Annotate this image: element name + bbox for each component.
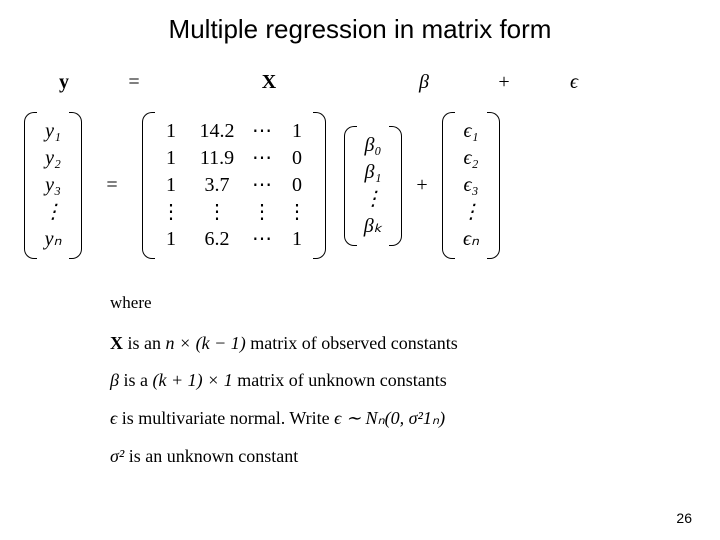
eps-vector: ϵ₁ ϵ₂ ϵ₃ ⋮ ϵₙ bbox=[442, 112, 500, 259]
sym-plus: + bbox=[474, 71, 534, 94]
sym-y: y bbox=[24, 71, 104, 94]
where-label: where bbox=[110, 285, 720, 321]
y-vdots: ⋮ bbox=[42, 199, 64, 226]
X-matrix: 1 1 1 ⋮ 1 14.2 11.9 3.7 ⋮ 6.2 ⋯ ⋯ ⋯ ⋮ ⋯ … bbox=[142, 112, 326, 259]
y2: y₂ bbox=[42, 145, 64, 172]
y3: y₃ bbox=[42, 172, 64, 199]
def-beta: β is a (k + 1) × 1 matrix of unknown con… bbox=[110, 362, 720, 400]
plus-2: + bbox=[402, 174, 442, 197]
beta-vector: β₀ β₁ ⋮ βₖ bbox=[344, 126, 402, 246]
def-X: X is an n × (k − 1) matrix of observed c… bbox=[110, 325, 720, 363]
sym-X: X bbox=[164, 71, 374, 94]
y1: y₁ bbox=[42, 118, 64, 145]
def-eps: ϵ is multivariate normal. Write ϵ ∼ Nₙ(0… bbox=[110, 400, 720, 438]
equation-matrix-row: y₁ y₂ y₃ ⋮ yₙ = 1 1 1 ⋮ 1 14.2 11.9 3.7 … bbox=[0, 112, 720, 259]
page-number: 26 bbox=[676, 510, 692, 526]
sym-beta: β bbox=[374, 71, 474, 94]
y-vector: y₁ y₂ y₃ ⋮ yₙ bbox=[24, 112, 82, 259]
slide-title: Multiple regression in matrix form bbox=[0, 0, 720, 45]
definitions-block: where X is an n × (k − 1) matrix of obse… bbox=[0, 285, 720, 476]
sym-equals: = bbox=[104, 71, 164, 94]
equation-symbolic-row: y = X β + ϵ bbox=[0, 71, 720, 94]
sym-eps: ϵ bbox=[534, 71, 614, 94]
def-sigma: σ² is an unknown constant bbox=[110, 438, 720, 476]
eq-2: = bbox=[82, 174, 142, 197]
yn: yₙ bbox=[42, 226, 64, 253]
